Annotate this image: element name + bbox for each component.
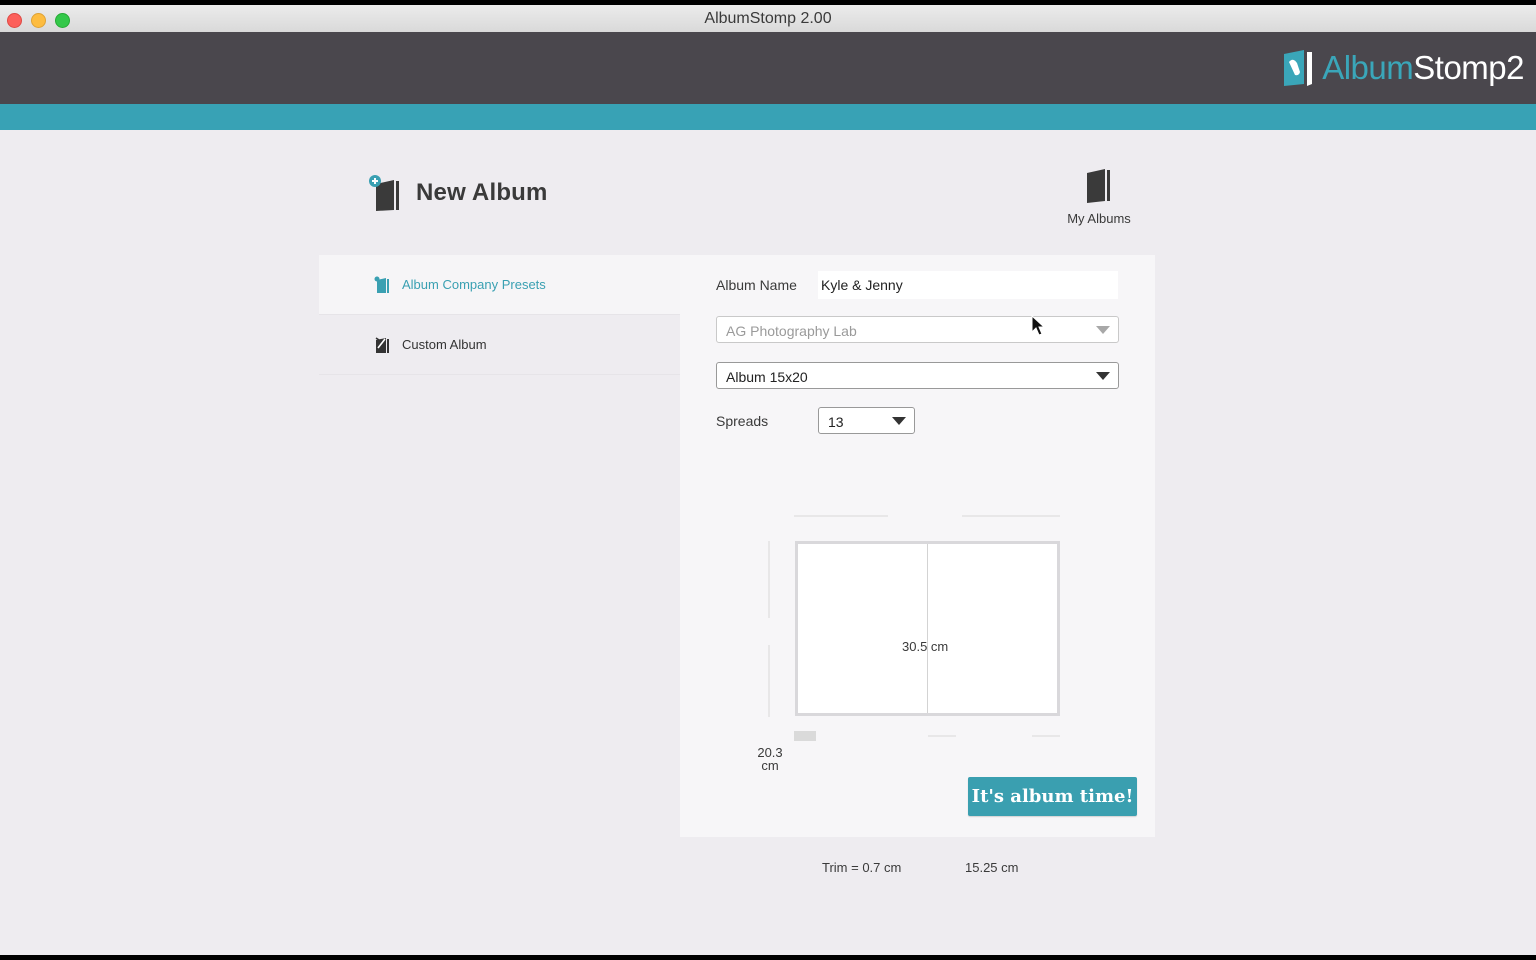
sidebar-item-label: Album Company Presets xyxy=(402,277,546,292)
preset-book-icon xyxy=(374,276,389,293)
main-content: New Album My Albums Album Company Preset… xyxy=(0,130,1536,955)
app-header: AlbumStomp2 xyxy=(0,32,1536,104)
album-type-sidebar: Album Company Presets Custom Album xyxy=(319,255,680,375)
my-albums-label: My Albums xyxy=(1067,211,1131,226)
bottom-edge xyxy=(0,955,1536,960)
app-logo: AlbumStomp2 xyxy=(1282,46,1524,90)
page-header: New Album xyxy=(368,174,548,212)
trim-label: Trim = 0.7 cm xyxy=(822,860,902,875)
mouse-cursor-icon xyxy=(1031,315,1046,336)
page-title: New Album xyxy=(416,179,548,206)
spread-height-unit: cm xyxy=(761,758,779,773)
window-title: AlbumStomp 2.00 xyxy=(704,10,832,27)
spread-height-label: 20.3 cm xyxy=(752,746,788,772)
new-album-icon xyxy=(369,175,399,211)
accent-bar xyxy=(0,104,1536,130)
window-titlebar: AlbumStomp 2.00 xyxy=(0,5,1536,33)
my-albums-button[interactable]: My Albums xyxy=(1060,168,1138,226)
create-album-button[interactable]: It's album time! xyxy=(968,777,1137,816)
spread-width-label: 30.5 cm xyxy=(902,639,949,654)
sidebar-item-custom-album[interactable]: Custom Album xyxy=(319,315,680,375)
sidebar-item-label: Custom Album xyxy=(402,337,487,352)
my-albums-book-icon xyxy=(1087,169,1110,203)
trim-legend-swatch xyxy=(794,731,816,741)
logo-text-album: Album xyxy=(1322,49,1414,86)
albumstomp-logo-icon xyxy=(1284,50,1313,86)
sidebar-item-company-presets[interactable]: Album Company Presets xyxy=(319,255,680,315)
page-width-label: 15.25 cm xyxy=(965,860,1019,875)
album-settings-panel: Album Name AG Photography Lab Album 15x2… xyxy=(680,255,1155,875)
custom-book-icon xyxy=(375,336,389,353)
logo-text-stomp: Stomp2 xyxy=(1413,49,1524,86)
